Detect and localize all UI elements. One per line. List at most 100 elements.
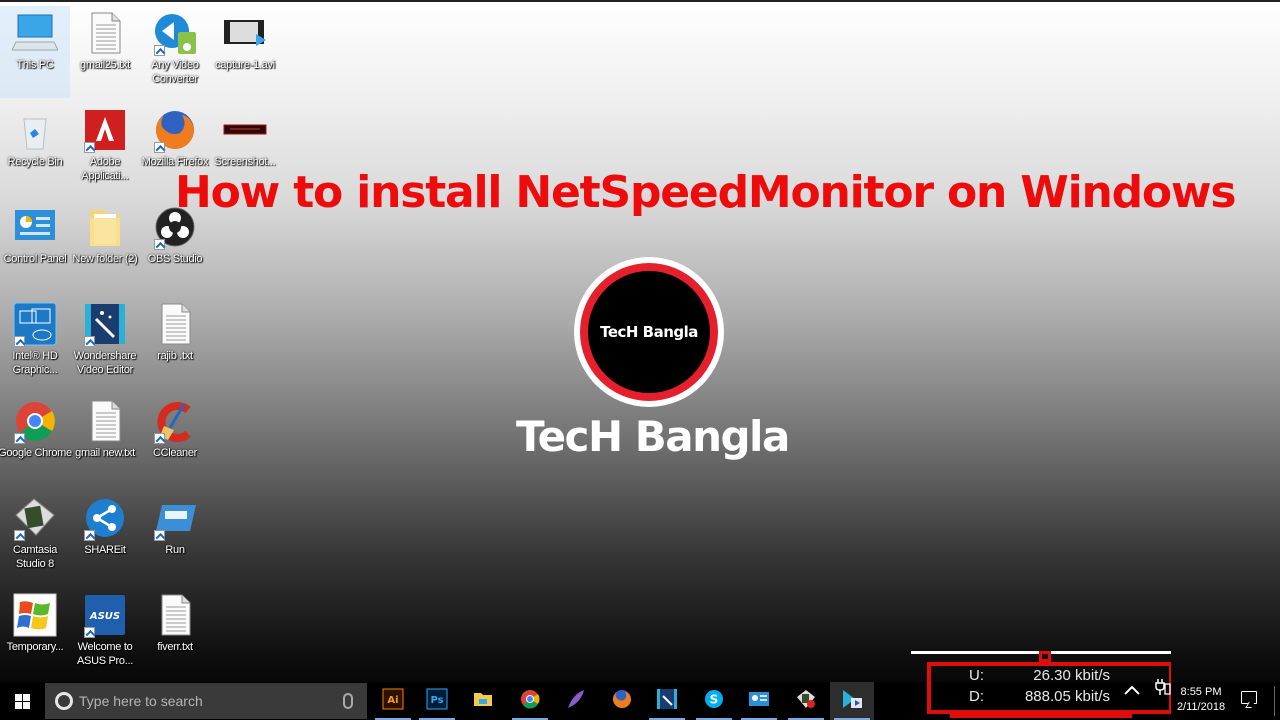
system-clock[interactable]: 8:55 PM 2/11/2018: [1176, 685, 1226, 715]
shortcut-arrow-icon: [14, 530, 25, 541]
desktop-icon-label: SHAREit: [84, 544, 126, 556]
taskbar-app-button[interactable]: [554, 682, 598, 720]
logo-black-circle: TecH Bangla: [588, 271, 710, 393]
taskbar-app-button[interactable]: [461, 682, 505, 720]
desktop-icon[interactable]: Temporary...: [0, 588, 70, 680]
taskbar-app-button[interactable]: Ai: [371, 682, 415, 720]
desktop-icon[interactable]: CCleaner: [140, 394, 210, 486]
chrome-icon: [12, 398, 58, 444]
desktop-icon[interactable]: fiverr.txt: [140, 588, 210, 680]
desktop-icon-label: gmail25.txt: [80, 59, 130, 71]
upload-value: 26.30 kbit/s: [1033, 667, 1110, 684]
taskbar-app-button[interactable]: [508, 682, 552, 720]
power-plug-icon[interactable]: [1155, 678, 1171, 696]
clock-time: 8:55 PM: [1180, 686, 1222, 698]
taskbar-app-button[interactable]: S: [692, 682, 736, 720]
desktop-icon[interactable]: ASUS Welcome to ASUS Pro...: [70, 588, 140, 680]
shortcut-arrow-icon: [84, 530, 95, 541]
desktop-icon-label: Recycle Bin: [7, 156, 63, 168]
desktop-icon[interactable]: New folder (2): [70, 200, 140, 292]
desktop-icon[interactable]: Adobe Applicati...: [70, 103, 140, 195]
recycle-bin-icon: [12, 107, 58, 153]
show-desktop-button[interactable]: [1274, 686, 1275, 716]
taskbar-app-button[interactable]: [645, 682, 689, 720]
desktop-icon[interactable]: gmail new.txt: [70, 394, 140, 486]
taskbar-app-button[interactable]: Ps: [415, 682, 459, 720]
desktop-icon-label: Control Panel: [3, 253, 67, 265]
desktop-icon[interactable]: rajib .txt: [140, 297, 210, 389]
folder-icon: [82, 204, 128, 250]
desktop-icon-label: This PC: [16, 59, 54, 71]
desktop-icon[interactable]: Any Video Converter: [140, 6, 210, 98]
desktop-icon-label: Adobe Applicati...: [81, 156, 129, 182]
chrome-icon: [519, 688, 541, 715]
ccleaner-icon: [152, 398, 198, 444]
start-button[interactable]: [0, 682, 44, 720]
camtasia-recorder-icon: [795, 688, 817, 715]
desktop-icon[interactable]: Control Panel: [0, 200, 70, 292]
feather-icon: [565, 688, 587, 715]
shortcut-arrow-icon: [154, 142, 165, 153]
desktop-icon-label: Intel® HD Graphic...: [12, 350, 58, 376]
desktop-icon-label: Any Video Converter: [151, 59, 199, 85]
action-center-icon[interactable]: [1241, 691, 1257, 704]
shortcut-arrow-icon: [154, 433, 165, 444]
desktop-icon[interactable]: Run: [140, 491, 210, 583]
windows-logo-icon: [14, 693, 30, 709]
shortcut-arrow-icon: [84, 627, 95, 638]
microphone-icon[interactable]: [343, 693, 353, 709]
highlight-marker: [1039, 651, 1051, 662]
svg-text:Ps: Ps: [430, 695, 443, 706]
taskbar-app-button[interactable]: [737, 682, 781, 720]
shortcut-arrow-icon: [14, 336, 25, 347]
search-box[interactable]: Type here to search: [45, 683, 367, 719]
shareit-icon: [82, 495, 128, 541]
desktop-icon[interactable]: Intel® HD Graphic...: [0, 297, 70, 389]
taskbar-app-button[interactable]: [830, 682, 874, 720]
shortcut-arrow-icon: [84, 336, 95, 347]
shortcut-arrow-icon: [154, 45, 165, 56]
desktop-icon-label: fiverr.txt: [157, 641, 193, 653]
desktop-icon-label: gmail new.txt: [75, 447, 135, 459]
clock-date: 2/11/2018: [1176, 701, 1226, 713]
desktop-icon-label: OBS Studio: [147, 253, 203, 265]
brand-text: TecH Bangla: [516, 412, 790, 461]
svg-text:S: S: [710, 692, 719, 706]
desktop-icon[interactable]: Google Chrome: [0, 394, 72, 486]
shortcut-arrow-icon: [154, 239, 165, 250]
desktop-icon[interactable]: Recycle Bin: [0, 103, 70, 195]
desktop-icon[interactable]: SHAREit: [70, 491, 140, 583]
illustrator-icon: Ai: [382, 688, 404, 715]
desktop-icon-label: CCleaner: [152, 447, 198, 459]
desktop-icon[interactable]: gmail25.txt: [70, 6, 140, 98]
desktop-icon[interactable]: This PC: [0, 6, 70, 98]
desktop-icon-label: Run: [165, 544, 185, 556]
control-panel-icon: [12, 204, 58, 250]
desktop-icon[interactable]: Wondershare Video Editor: [70, 297, 140, 389]
logo-text: TecH Bangla: [600, 323, 698, 341]
taskbar-app-button[interactable]: [600, 682, 644, 720]
desktop-icon-label: Temporary...: [6, 641, 64, 653]
adobe-icon: [82, 107, 128, 153]
svg-text:ASUS: ASUS: [89, 611, 120, 622]
text-file-icon: [152, 301, 198, 347]
intel-graphics-icon: [12, 301, 58, 347]
screen-top-border: [0, 0, 1280, 2]
asus-icon: ASUS: [82, 592, 128, 638]
camtasia-icon: [12, 495, 58, 541]
video-title-overlay: How to install NetSpeedMonitor on Window…: [175, 167, 1237, 218]
svg-text:Ai: Ai: [387, 695, 398, 706]
taskbar-app-button[interactable]: [784, 682, 828, 720]
desktop-icon-label: Welcome to ASUS Pro...: [77, 641, 133, 667]
desktop-icon[interactable]: capture-1.avi: [210, 6, 280, 98]
desktop-icon[interactable]: Camtasia Studio 8: [0, 491, 70, 583]
cortana-icon: [55, 692, 73, 710]
firefox-icon: [611, 688, 633, 715]
shortcut-arrow-icon: [14, 433, 25, 444]
run-icon: [152, 495, 198, 541]
text-file-icon: [152, 592, 198, 638]
shortcut-arrow-icon: [84, 142, 95, 153]
logo-red-ring: TecH Bangla: [580, 263, 718, 401]
show-hidden-icons-chevron-icon[interactable]: [1122, 680, 1142, 700]
image-file-icon: [222, 107, 268, 153]
